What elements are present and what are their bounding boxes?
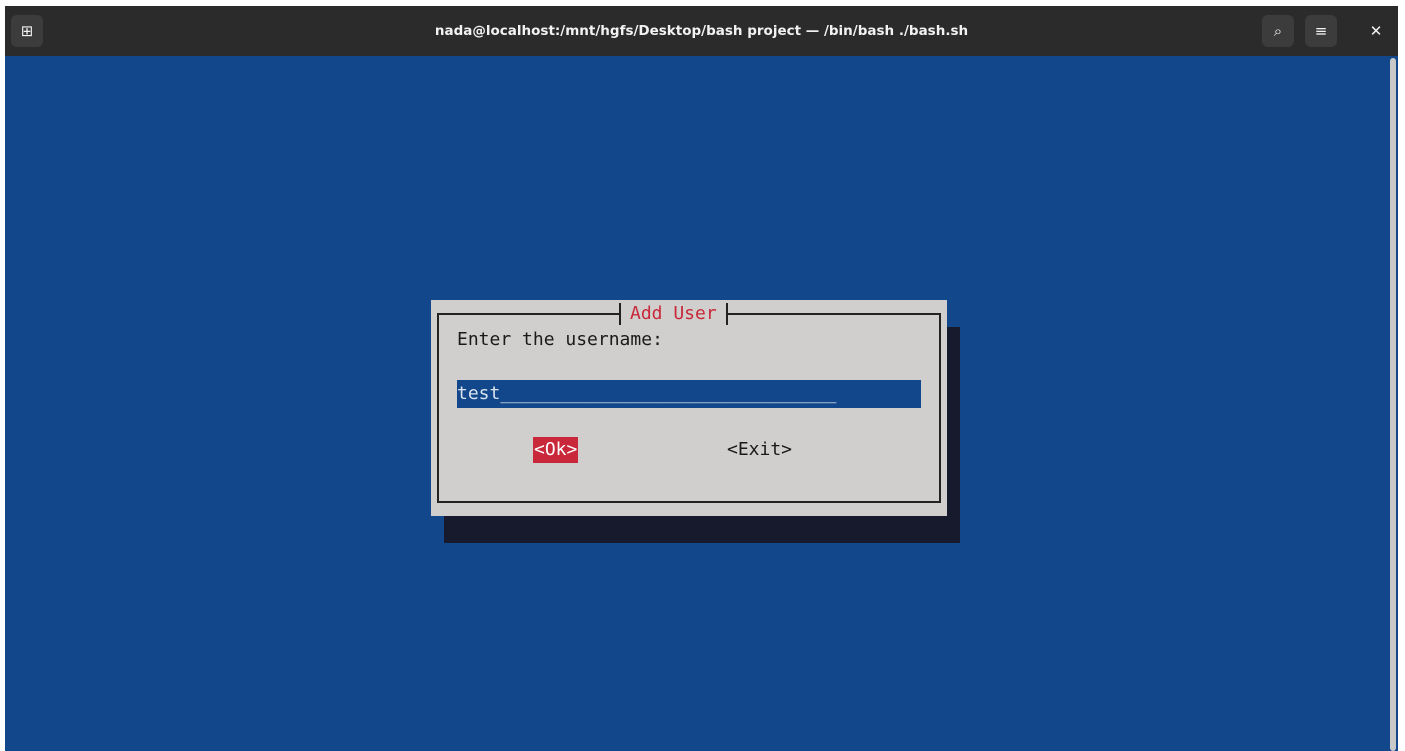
username-input-value: test: [457, 383, 501, 404]
scrollbar-thumb[interactable]: [1390, 58, 1396, 751]
input-underscores: _______________________________: [500, 383, 837, 404]
dialog-title: Add User: [619, 303, 728, 325]
terminal-window: ⊞ nada@localhost:/mnt/hgfs/Desktop/bash …: [5, 6, 1398, 751]
hamburger-menu-icon: ≡: [1314, 22, 1328, 40]
titlebar: ⊞ nada@localhost:/mnt/hgfs/Desktop/bash …: [5, 6, 1398, 56]
close-button[interactable]: ✕: [1360, 15, 1392, 47]
add-user-dialog: Add User Enter the username: test_______…: [431, 300, 947, 516]
search-button[interactable]: ⌕: [1262, 15, 1294, 47]
menu-button[interactable]: ≡: [1305, 15, 1337, 47]
window-title: nada@localhost:/mnt/hgfs/Desktop/bash pr…: [434, 23, 969, 39]
ok-button[interactable]: <Ok>: [533, 437, 579, 463]
search-icon: ⌕: [1273, 22, 1283, 40]
username-prompt: Enter the username:: [457, 329, 663, 350]
close-icon: ✕: [1369, 22, 1383, 40]
exit-button[interactable]: <Exit>: [727, 437, 792, 463]
username-input[interactable]: test_______________________________: [457, 380, 921, 408]
